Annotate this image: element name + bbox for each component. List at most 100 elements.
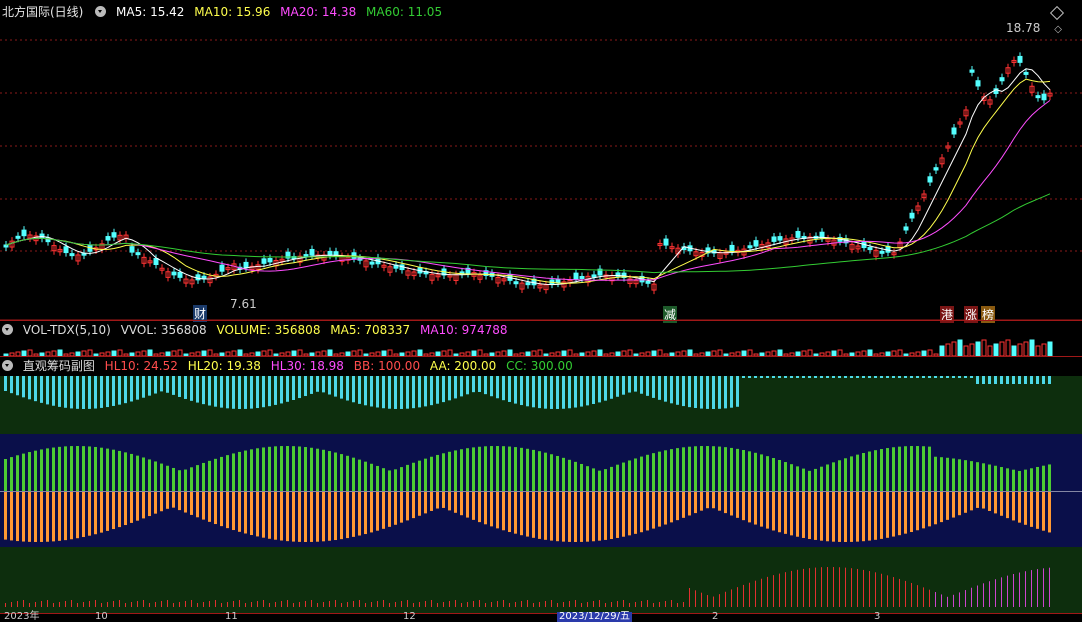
chip-bottom-bar (665, 601, 666, 607)
chip-bottom-bar (1019, 572, 1020, 607)
chip-orange-bar (34, 492, 37, 542)
chip-bottom-bar (773, 575, 774, 607)
chip-orange-bar (946, 492, 949, 520)
chip-bottom-bar (269, 603, 270, 607)
chip-orange-bar (184, 492, 187, 513)
ma60-value: MA60: 11.05 (366, 5, 443, 19)
chip-bottom-bar (791, 570, 792, 607)
chip-top-bar (124, 376, 127, 404)
chip-top-bar (454, 376, 457, 399)
chip-top-bar (388, 376, 391, 409)
chip-green-bar (328, 451, 331, 491)
volume-menu-icon[interactable] (2, 324, 13, 335)
chip-orange-bar (706, 492, 709, 509)
chip-top-bar (754, 376, 757, 378)
chip-indicator-name[interactable]: 直观筹码副图 (23, 359, 95, 373)
chip-green-bar (382, 468, 385, 491)
chip-bottom-bar (629, 603, 630, 607)
candle-body (903, 226, 909, 231)
chip-orange-bar (964, 492, 967, 513)
ma5-value: MA5: 15.42 (116, 5, 185, 19)
chip-bottom-bar (833, 567, 834, 607)
chip-bottom-bar (695, 590, 696, 607)
chip-orange-bar (196, 492, 199, 518)
chip-green-bar (862, 453, 865, 491)
candle-body (951, 127, 957, 135)
chip-top-bar (688, 376, 691, 408)
chip-green-bar (784, 462, 787, 491)
chip-green-bar (388, 470, 391, 491)
chip-green-bar (358, 459, 361, 491)
chip-top-bar (40, 376, 43, 403)
stock-title[interactable]: 北方国际(日线) (2, 5, 83, 19)
chip-orange-bar (508, 492, 511, 533)
candle-body (753, 240, 759, 247)
chip-orange-bar (550, 492, 553, 541)
chip-top-bar (226, 376, 229, 409)
vol-indicator-name[interactable]: VOL-TDX(5,10) (23, 323, 111, 337)
chip-bottom-bar (125, 603, 126, 607)
chip-top-bar (604, 376, 607, 401)
candle-body (879, 250, 885, 254)
candle-body (747, 245, 753, 249)
chip-top-bar (112, 376, 115, 406)
chip-top-bar (982, 376, 985, 384)
candle-body (663, 238, 669, 246)
chip-bottom-bar (863, 569, 864, 607)
chip-bottom-bar (131, 602, 132, 607)
price-panel[interactable]: 北方国际(日线) MA5: 15.42 MA10: 15.96 MA20: 14… (0, 0, 1082, 323)
volume-bar (957, 339, 963, 356)
chip-bottom-bar (155, 602, 156, 607)
chip-orange-bar (256, 492, 259, 537)
chip-orange-bar (616, 492, 619, 538)
chip-top-bar (244, 376, 247, 409)
chip-top-bar (664, 376, 667, 402)
chip-orange-bar (274, 492, 277, 540)
chip-top-bar (958, 376, 961, 378)
chip-green-bar (250, 449, 253, 491)
chip-bottom-bar (239, 600, 240, 607)
chip-menu-icon[interactable] (2, 360, 13, 371)
chip-orange-bar (934, 492, 937, 525)
chip-orange-bar (694, 492, 697, 514)
chip-bottom-bar (101, 603, 102, 607)
chip-bottom-bar (461, 603, 462, 607)
chip-bottom-bar (119, 600, 120, 607)
chip-bottom-bar (581, 603, 582, 607)
chip-orange-bar (406, 492, 409, 521)
chip-bottom-bar (719, 594, 720, 607)
chip-orange-bar (340, 492, 343, 540)
candle-body (867, 247, 873, 251)
chip-green-bar (940, 457, 943, 491)
chip-bottom-bar (455, 600, 456, 607)
chip-orange-bar (580, 492, 583, 542)
chip-panel[interactable]: 直观筹码副图 HL10: 24.52 HL20: 19.38 HL30: 18.… (0, 357, 1082, 613)
chip-bottom-bar (893, 577, 894, 607)
candle-body (579, 276, 585, 280)
chip-green-bar (958, 459, 961, 491)
chip-bottom-bar (821, 567, 822, 607)
chip-top-bar (760, 376, 763, 378)
chip-top-bar (808, 376, 811, 378)
chip-bottom-bar (1007, 575, 1008, 607)
chip-top-bar (520, 376, 523, 406)
chip-top-bar (28, 376, 31, 400)
volume-panel[interactable]: VOL-TDX(5,10) VVOL: 356808 VOLUME: 35680… (0, 321, 1082, 356)
chip-orange-bar (862, 492, 865, 542)
chip-top-bar (1030, 376, 1033, 384)
chip-green-bar (226, 455, 229, 491)
chip-bottom-bar (65, 601, 66, 607)
chip-top-bar (532, 376, 535, 408)
indicator-menu-icon[interactable] (95, 6, 107, 17)
candle-body (513, 281, 519, 285)
chip-green-bar (574, 461, 577, 491)
chip-orange-bar (190, 492, 193, 515)
chip-top-bar (616, 376, 619, 397)
chip-orange-bar (1030, 492, 1033, 527)
chip-top-bar (484, 376, 487, 395)
chip-bottom-bar (257, 601, 258, 607)
chip-green-bar (898, 446, 901, 491)
candle-body (1017, 55, 1023, 63)
chip-green-bar (742, 450, 745, 491)
candlestick-chart[interactable] (0, 0, 1082, 321)
